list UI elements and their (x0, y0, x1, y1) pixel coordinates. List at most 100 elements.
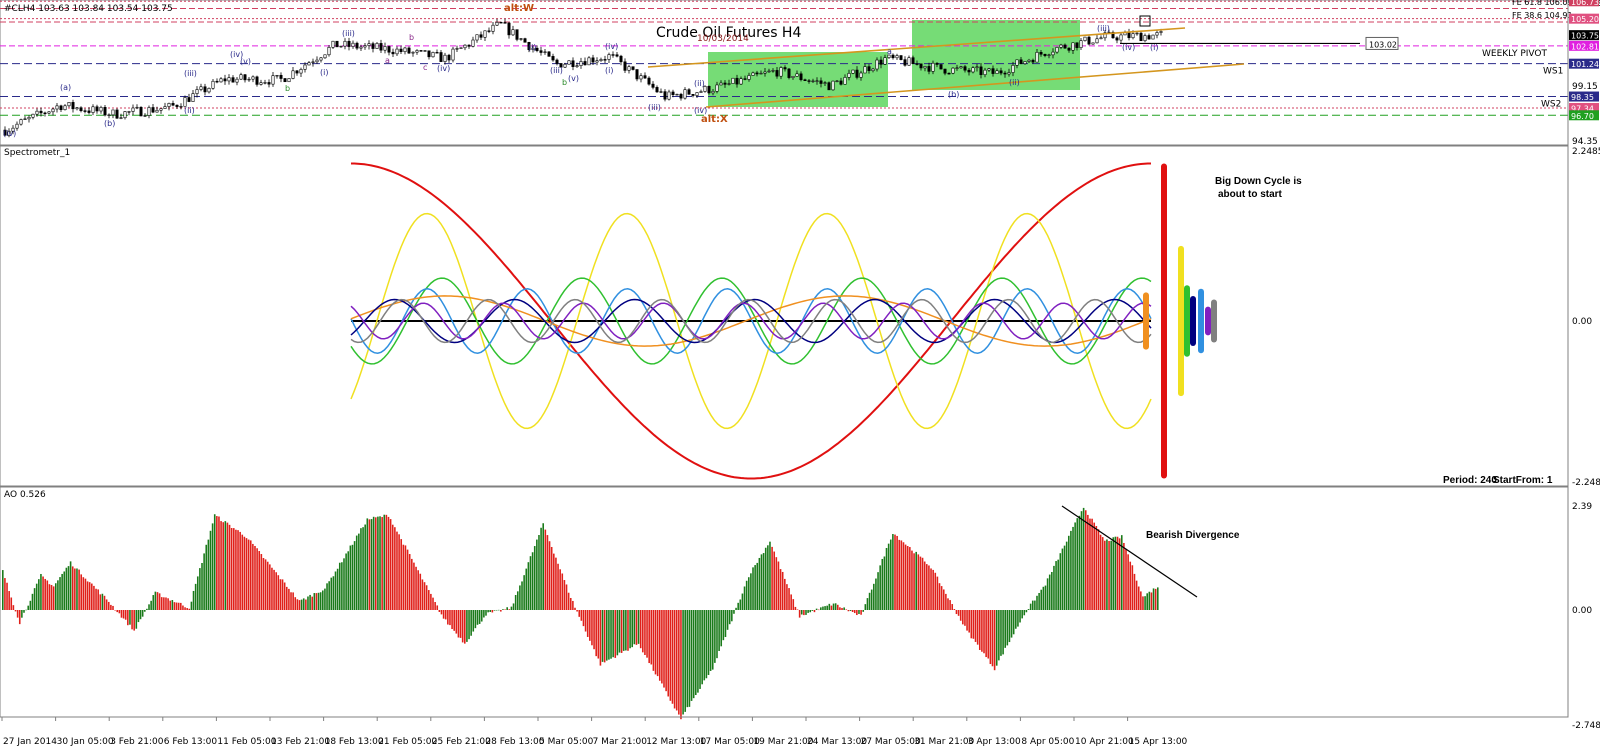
candle-body (67, 102, 71, 107)
ao-bar (684, 610, 686, 712)
time-axis-label: 21 Feb 05:00 (378, 737, 437, 747)
ao-bar (402, 544, 405, 610)
wave-label: b (409, 33, 414, 42)
ao-bar (843, 607, 845, 610)
ao-bar (160, 597, 163, 610)
candle-body (751, 72, 755, 76)
spectrometer-axis: 2.2485 0.00 -2.2485 (1567, 146, 1600, 488)
ao-bar (669, 610, 672, 701)
candle-body (743, 78, 747, 80)
ao-bar (612, 610, 614, 658)
ao-bar (18, 610, 21, 625)
ao-bar (408, 554, 411, 610)
ao-bar (661, 610, 663, 684)
ao-bar (921, 557, 924, 610)
ao-bar (93, 585, 95, 610)
ao-bar (421, 579, 424, 610)
ao-bar (860, 610, 862, 615)
ao-bar (654, 610, 657, 675)
candle-body (99, 107, 103, 112)
ao-bar (241, 534, 244, 610)
candle-body (967, 69, 971, 73)
ao-bar (1146, 593, 1148, 610)
ao-bar (1061, 548, 1064, 610)
ao-bar (885, 547, 888, 610)
ao-bar (762, 553, 765, 610)
candle-body (55, 105, 59, 110)
candle-body (119, 117, 123, 119)
ao-bar (1072, 526, 1074, 610)
ao-bar (745, 580, 748, 610)
ao-bar (836, 604, 839, 610)
candle-body (171, 103, 175, 106)
ao-bar (1112, 537, 1115, 610)
ao-bar (14, 610, 17, 612)
ao-bar (942, 589, 945, 610)
candle-body (363, 45, 367, 48)
ao-bar (828, 603, 831, 610)
ws1-label: WS1 (1543, 67, 1563, 77)
ao-bar (506, 607, 508, 610)
ao-bar (622, 610, 625, 651)
candle-body (759, 72, 763, 75)
fib-label-0: FE 61.8 106.09 (1512, 0, 1573, 7)
ao-bar (578, 610, 581, 617)
ao-bar (307, 596, 309, 610)
ao-bar (775, 557, 778, 610)
ao-bar (74, 568, 76, 610)
candle-body (899, 55, 903, 60)
ao-bar (741, 593, 744, 610)
candle-body (815, 80, 819, 82)
candle-body (911, 57, 915, 65)
candle-body (731, 77, 735, 84)
candle-body (627, 66, 631, 71)
ao-bar (464, 610, 466, 644)
ao-bar (355, 535, 358, 610)
candle-body (591, 57, 595, 63)
ao-bar (1004, 610, 1007, 648)
ao-bar (171, 600, 174, 610)
ao-bar (923, 561, 926, 610)
candle-body (891, 54, 895, 59)
candle-body (859, 72, 863, 78)
ao-bar (629, 610, 631, 649)
wave-label: (i) (1150, 43, 1158, 52)
ao-bar (42, 576, 44, 610)
ao-bar (1082, 507, 1085, 610)
ao-bar (1017, 610, 1019, 627)
ao-bar (527, 562, 530, 610)
ao-bar (305, 599, 307, 610)
ao-bar (114, 610, 116, 611)
ao-bar (317, 592, 320, 610)
ao-bar (642, 610, 644, 653)
ao-bar (224, 521, 227, 610)
ao-bar (23, 610, 25, 613)
ao-bar (610, 610, 612, 659)
ao-bar (256, 548, 258, 610)
ao-bar (105, 599, 108, 610)
spectrometer-bar-4 (1190, 295, 1196, 347)
ao-bar (137, 610, 140, 623)
ao-bar (466, 610, 468, 642)
ao-bar (750, 573, 752, 610)
ao-bar (273, 569, 275, 610)
wave-label: (iii) (342, 29, 355, 38)
candle-body (355, 42, 359, 49)
wave-label: (ii) (184, 106, 195, 115)
candle-body (95, 106, 99, 112)
ao-bar (1131, 565, 1134, 610)
candle-body (843, 77, 847, 85)
candle-body (839, 80, 843, 85)
ao-bar (968, 610, 970, 633)
ao-bar (163, 597, 165, 610)
ao-bar (455, 610, 458, 634)
candle-body (951, 67, 955, 74)
ao-bar (701, 610, 703, 685)
startfrom-text: StartFrom: 1 (1493, 475, 1553, 486)
ao-bar (154, 591, 157, 610)
candle-body (1059, 44, 1063, 48)
ao-bar (169, 600, 172, 610)
ao-bar (873, 583, 875, 610)
ao-bar (156, 592, 159, 610)
ao-bar (678, 610, 680, 715)
